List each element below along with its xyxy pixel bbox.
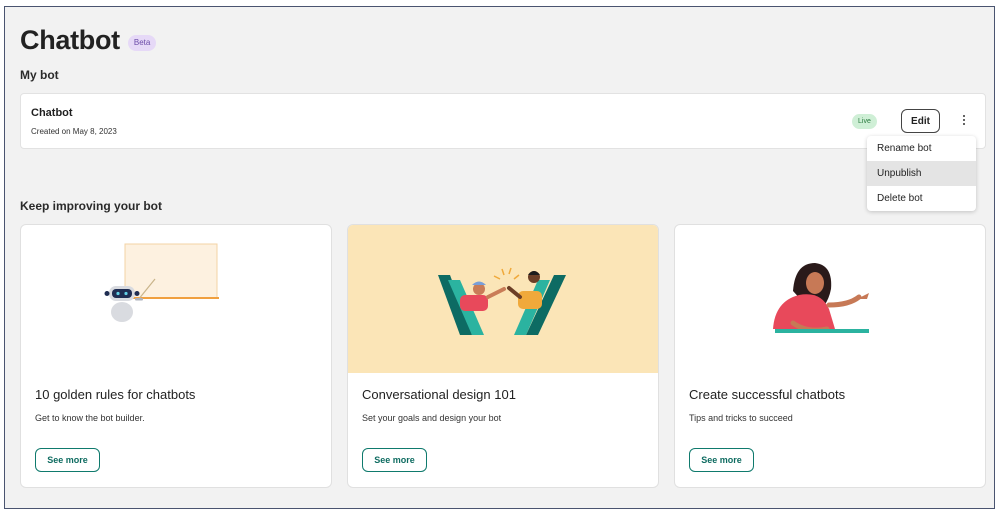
card-title: Create successful chatbots <box>689 387 846 402</box>
card-title: Conversational design 101 <box>362 387 516 402</box>
my-bot-heading: My bot <box>20 68 59 82</box>
see-more-button[interactable]: See more <box>362 448 427 472</box>
bot-name: Chatbot <box>31 107 73 119</box>
bot-created-date: Created on May 8, 2023 <box>31 127 117 136</box>
card-description: Set your goals and design your bot <box>362 413 502 423</box>
title-row: Chatbot Beta <box>20 25 157 56</box>
app-frame: Chatbot Beta My bot Chatbot Created on M… <box>4 6 995 509</box>
high-five-illustration <box>348 225 658 373</box>
bot-actions-menu: Rename bot Unpublish Delete bot <box>867 136 976 211</box>
resource-card[interactable]: Conversational design 101 Set your goals… <box>347 224 659 488</box>
bot-card: Chatbot Created on May 8, 2023 Live Edit <box>20 93 986 149</box>
edit-bot-button[interactable]: Edit <box>901 109 940 133</box>
more-vertical-icon[interactable] <box>958 113 970 129</box>
card-description: Tips and tricks to succeed <box>689 413 793 423</box>
card-description: Get to know the bot builder. <box>35 413 145 423</box>
resource-card[interactable]: 10 golden rules for chatbots Get to know… <box>20 224 332 488</box>
see-more-button[interactable]: See more <box>35 448 100 472</box>
live-status-badge: Live <box>852 114 877 129</box>
resource-card[interactable]: Create successful chatbots Tips and tric… <box>674 224 986 488</box>
menu-item-rename-bot[interactable]: Rename bot <box>867 136 976 161</box>
see-more-button[interactable]: See more <box>689 448 754 472</box>
page-title: Chatbot <box>20 25 120 55</box>
card-title: 10 golden rules for chatbots <box>35 387 196 402</box>
woman-at-desk-illustration <box>675 225 985 373</box>
keep-improving-heading: Keep improving your bot <box>20 199 163 213</box>
menu-item-delete-bot[interactable]: Delete bot <box>867 186 976 211</box>
beta-badge: Beta <box>127 34 157 51</box>
menu-item-unpublish[interactable]: Unpublish <box>867 161 976 186</box>
robot-presenter-illustration <box>21 225 331 373</box>
